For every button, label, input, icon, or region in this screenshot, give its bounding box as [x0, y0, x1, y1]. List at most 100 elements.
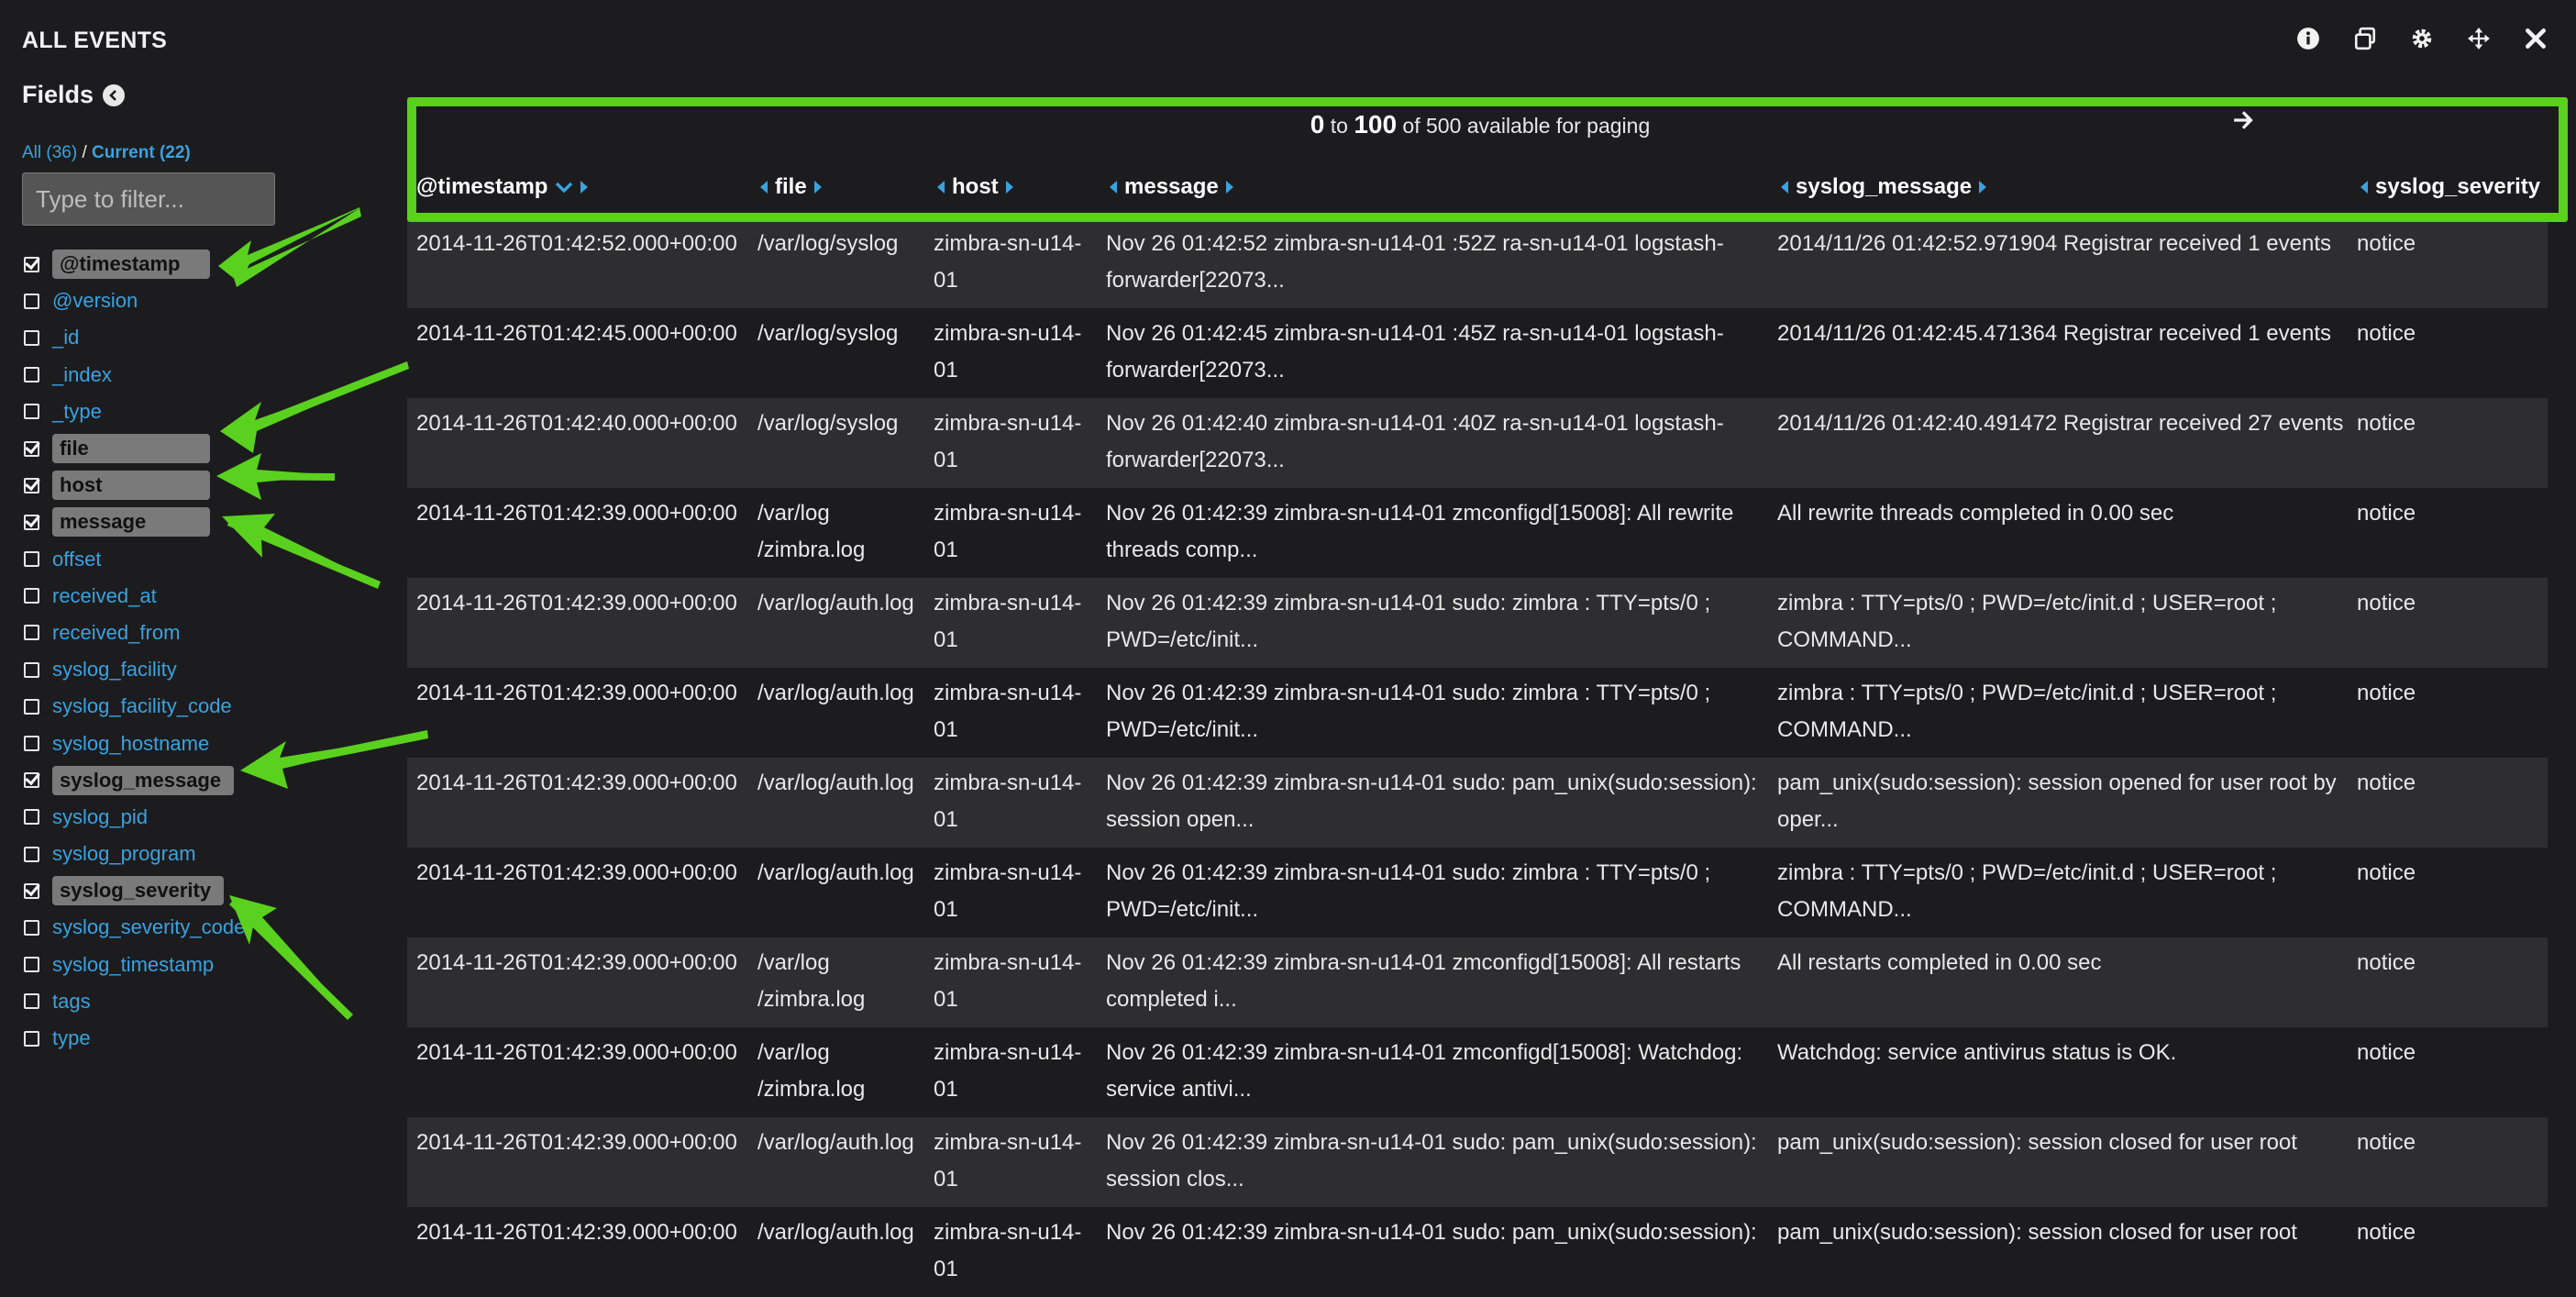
field-item[interactable]: syslog_facility [24, 651, 245, 688]
field-item[interactable]: syslog_pid [24, 799, 245, 836]
field-checkbox[interactable] [24, 993, 39, 1010]
move-icon[interactable] [2466, 26, 2492, 51]
move-column-left-icon[interactable] [937, 181, 945, 194]
field-item[interactable]: tags [24, 983, 245, 1020]
move-column-right-icon[interactable] [1005, 181, 1013, 194]
tab-all-fields[interactable]: All (36) [22, 143, 77, 162]
field-item[interactable]: file [24, 430, 245, 467]
move-column-right-icon[interactable] [580, 181, 589, 194]
field-checkbox[interactable] [24, 846, 39, 862]
field-filter-input[interactable] [22, 172, 275, 226]
field-item[interactable]: syslog_hostname [24, 725, 245, 761]
field-name-link[interactable]: tags [52, 990, 91, 1014]
field-name-link[interactable]: _type [52, 400, 102, 424]
field-name-link[interactable]: host [52, 471, 210, 501]
column-header-timestamp[interactable]: @timestamp [416, 174, 589, 200]
field-name-link[interactable]: _index [52, 363, 112, 387]
table-row[interactable]: 2014-11-26T01:42:52.000+00:00/var/log/sy… [407, 218, 2548, 308]
field-item[interactable]: received_from [24, 615, 245, 651]
field-name-link[interactable]: @timestamp [52, 249, 210, 280]
table-row[interactable]: 2014-11-26T01:42:39.000+00:00/var/log /z… [407, 937, 2548, 1027]
field-checkbox[interactable] [24, 882, 39, 899]
table-row[interactable]: 2014-11-26T01:42:39.000+00:00/var/log/au… [407, 578, 2548, 668]
column-header-file[interactable]: file [760, 174, 822, 200]
table-row[interactable]: 2014-11-26T01:42:39.000+00:00/var/log/au… [407, 1117, 2548, 1207]
field-item[interactable]: syslog_timestamp [24, 947, 245, 983]
field-checkbox[interactable] [24, 957, 39, 973]
field-name-link[interactable]: @version [52, 289, 138, 313]
column-header-message[interactable]: message [1110, 174, 1233, 200]
field-item[interactable]: syslog_severity_code [24, 909, 245, 946]
duplicate-icon[interactable] [2352, 26, 2378, 51]
field-name-link[interactable]: _id [52, 326, 79, 349]
move-column-left-icon[interactable] [1781, 181, 1788, 194]
field-checkbox[interactable] [24, 588, 39, 604]
move-column-right-icon[interactable] [1979, 181, 1987, 194]
field-checkbox[interactable] [24, 477, 39, 493]
table-row[interactable]: 2014-11-26T01:42:39.000+00:00/var/log/au… [407, 1207, 2548, 1297]
field-checkbox[interactable] [24, 809, 39, 826]
tab-current-fields[interactable]: Current (22) [92, 143, 191, 162]
field-name-link[interactable]: syslog_facility_code [52, 694, 232, 718]
field-item[interactable]: syslog_facility_code [24, 688, 245, 725]
info-icon[interactable] [2295, 26, 2321, 51]
table-row[interactable]: 2014-11-26T01:42:39.000+00:00/var/log/au… [407, 758, 2548, 848]
field-checkbox[interactable] [24, 293, 39, 309]
field-checkbox[interactable] [24, 514, 39, 530]
field-item[interactable]: message [24, 504, 245, 540]
field-checkbox[interactable] [24, 661, 39, 678]
field-item[interactable]: host [24, 467, 245, 504]
collapse-left-icon[interactable] [103, 83, 126, 106]
field-name-link[interactable]: type [52, 1026, 91, 1050]
field-checkbox[interactable] [24, 256, 39, 272]
move-column-left-icon[interactable] [760, 181, 768, 194]
field-name-link[interactable]: received_from [52, 621, 180, 645]
close-icon[interactable] [2523, 26, 2548, 51]
field-item[interactable]: @timestamp [24, 246, 245, 283]
move-column-right-icon[interactable] [1225, 181, 1233, 194]
field-name-link[interactable]: syslog_hostname [52, 732, 209, 756]
field-checkbox[interactable] [24, 919, 39, 936]
move-column-right-icon[interactable] [813, 181, 822, 194]
field-name-link[interactable]: syslog_pid [52, 805, 148, 829]
column-header-syslog-severity[interactable]: syslog_severity [2360, 174, 2540, 200]
table-row[interactable]: 2014-11-26T01:42:39.000+00:00/var/log /z… [407, 1027, 2548, 1117]
field-item[interactable]: syslog_program [24, 836, 245, 872]
field-name-link[interactable]: syslog_severity [52, 876, 225, 906]
field-name-link[interactable]: syslog_facility [52, 658, 177, 682]
field-item[interactable]: _index [24, 357, 245, 394]
field-checkbox[interactable] [24, 404, 39, 420]
field-item[interactable]: _type [24, 394, 245, 430]
next-page-icon[interactable] [2232, 108, 2256, 137]
field-name-link[interactable]: syslog_program [52, 842, 196, 866]
field-item[interactable]: @version [24, 283, 245, 319]
field-item[interactable]: _id [24, 319, 245, 356]
gear-icon[interactable] [2409, 26, 2435, 51]
field-checkbox[interactable] [24, 440, 39, 457]
table-row[interactable]: 2014-11-26T01:42:39.000+00:00/var/log/au… [407, 668, 2548, 758]
column-header-host[interactable]: host [937, 174, 1013, 200]
sort-desc-icon[interactable] [555, 174, 573, 200]
table-row[interactable]: 2014-11-26T01:42:45.000+00:00/var/log/sy… [407, 308, 2548, 398]
table-row[interactable]: 2014-11-26T01:42:39.000+00:00/var/log/au… [407, 848, 2548, 937]
field-checkbox[interactable] [24, 698, 39, 715]
column-header-syslog-message[interactable]: syslog_message [1781, 174, 1987, 200]
field-name-link[interactable]: received_at [52, 584, 157, 608]
field-checkbox[interactable] [24, 329, 39, 346]
move-column-left-icon[interactable] [1110, 181, 1117, 194]
field-checkbox[interactable] [24, 625, 39, 641]
table-row[interactable]: 2014-11-26T01:42:39.000+00:00/var/log /z… [407, 488, 2548, 578]
field-checkbox[interactable] [24, 1030, 39, 1047]
field-checkbox[interactable] [24, 551, 39, 568]
field-item[interactable]: syslog_message [24, 762, 245, 799]
field-item[interactable]: syslog_severity [24, 872, 245, 909]
field-checkbox[interactable] [24, 772, 39, 789]
move-column-left-icon[interactable] [2360, 181, 2368, 194]
field-name-link[interactable]: file [52, 434, 210, 464]
field-item[interactable]: received_at [24, 578, 245, 615]
field-item[interactable]: type [24, 1020, 245, 1057]
field-item[interactable]: offset [24, 541, 245, 578]
field-checkbox[interactable] [24, 367, 39, 383]
table-row[interactable]: 2014-11-26T01:42:40.000+00:00/var/log/sy… [407, 398, 2548, 488]
field-name-link[interactable]: syslog_message [52, 765, 235, 795]
